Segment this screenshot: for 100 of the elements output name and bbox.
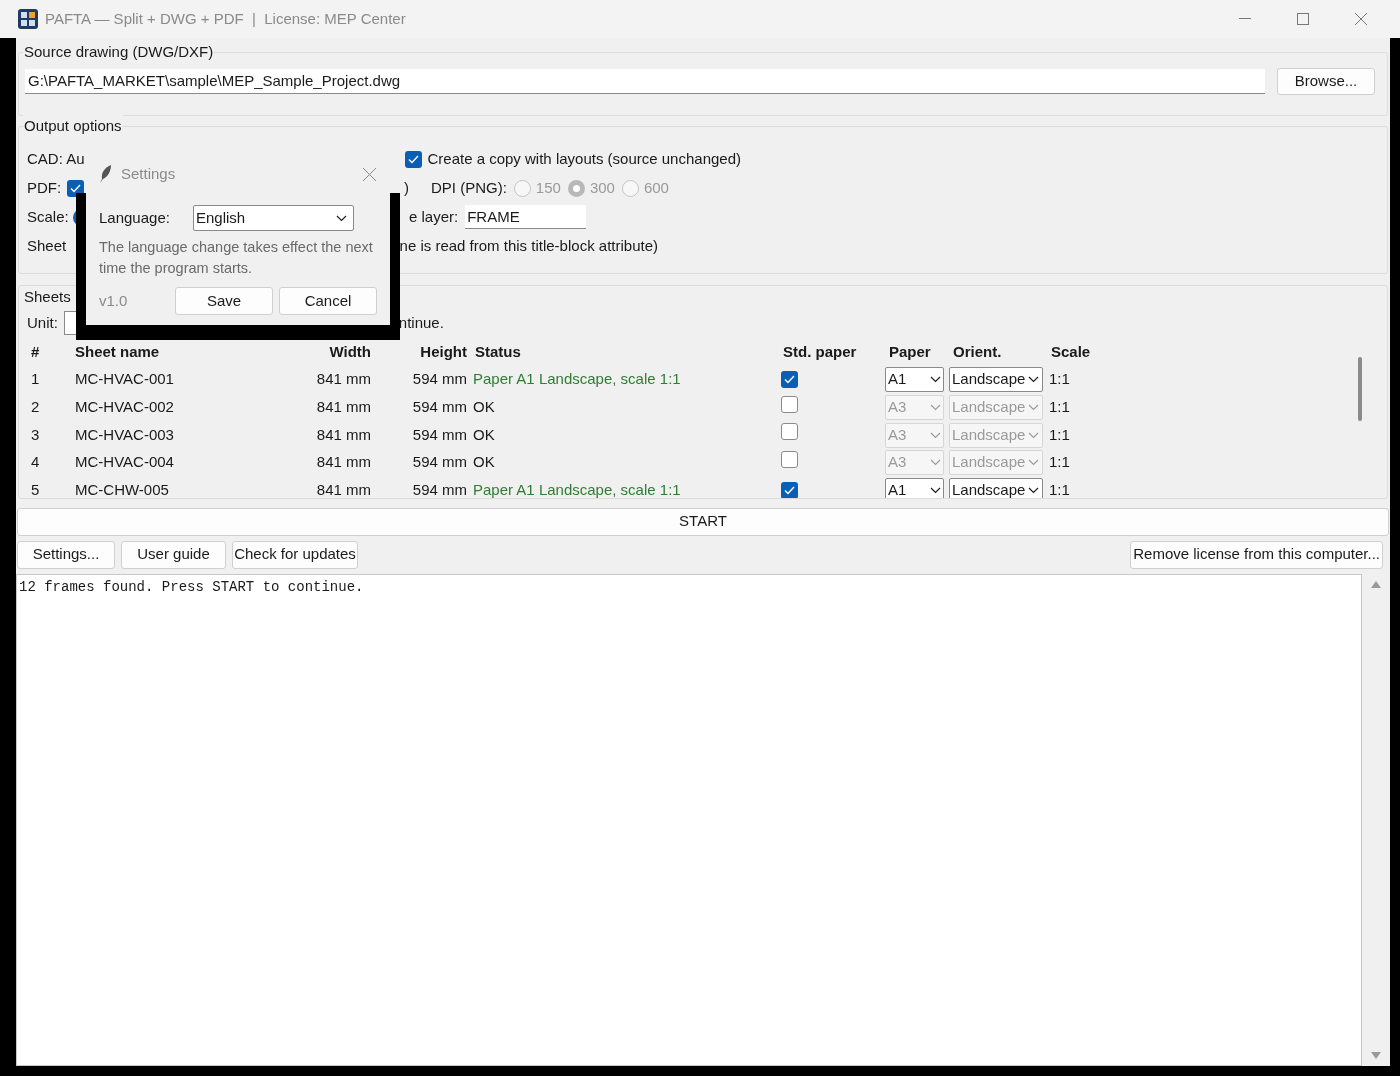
table-cell-text: 1:1 — [1048, 369, 1071, 390]
close-icon — [1355, 13, 1367, 25]
table-cell-text: 594 mm — [411, 369, 468, 390]
radio-label: 600 — [643, 178, 669, 199]
checkbox[interactable] — [781, 482, 798, 498]
caret-icon — [1028, 486, 1039, 494]
close-icon[interactable] — [363, 167, 376, 181]
scale-label: Scale: — [27, 207, 70, 228]
table-cell-text: MC-HVAC-002 — [74, 397, 175, 418]
orientation-dropdown[interactable]: Landscape — [949, 477, 1043, 498]
table-cell-text: 594 mm — [411, 480, 468, 498]
status-cell-text: OK — [472, 424, 496, 445]
column-header: Orient. — [952, 342, 1003, 363]
table-cell-text: 841 mm — [315, 369, 372, 390]
cancel-button[interactable]: Cancel — [279, 287, 377, 315]
scrollbar[interactable] — [1358, 356, 1362, 421]
language-note: The language change takes effect the next time the program starts. — [98, 238, 374, 278]
table-cell-text: 594 mm — [411, 397, 468, 418]
orientation-dropdown[interactable]: Landscape — [949, 367, 1043, 393]
table-cell-text: 841 mm — [315, 397, 372, 418]
version-label: v1.0 — [99, 290, 129, 311]
table-cell-text: 841 mm — [315, 452, 372, 473]
app-icon — [18, 9, 38, 29]
check-icon — [784, 486, 795, 496]
scroll-down-icon[interactable] — [1371, 1052, 1381, 1060]
caret-icon — [930, 431, 941, 439]
check-icon — [784, 375, 795, 385]
caret-icon — [1028, 459, 1039, 467]
column-header: Status — [474, 342, 522, 363]
remove-license-button[interactable]: Remove license from this computer... — [1130, 540, 1383, 569]
layer-field[interactable]: FRAME — [465, 205, 587, 230]
checkbox[interactable] — [781, 371, 798, 389]
column-header: # — [30, 342, 41, 363]
language-label: Language: — [99, 207, 171, 228]
column-header: Height — [419, 342, 468, 363]
table-cell-text: 1:1 — [1048, 452, 1071, 473]
caret-icon — [336, 214, 347, 222]
user-guide-button[interactable]: User guide — [121, 540, 226, 569]
scroll-up-icon[interactable] — [1371, 579, 1381, 588]
paper-dropdown[interactable]: A1 — [885, 367, 944, 393]
table-cell-text: 841 mm — [315, 480, 372, 498]
checkbox[interactable] — [781, 423, 798, 441]
checkbox-label: Create a copy with layouts (source unchanged) — [427, 149, 741, 170]
table-cell-text: 4 — [30, 452, 41, 473]
table-cell-text: 3 — [30, 424, 41, 445]
table-cell-text: 841 mm — [315, 424, 372, 445]
column-header: Sheet name — [74, 342, 161, 363]
table-cell-text: 1:1 — [1048, 397, 1071, 418]
caret-icon — [930, 403, 941, 411]
attribute-note: ne is read from this title-block attribute) — [399, 236, 658, 257]
table-cell-text: MC-CHW-005 — [74, 480, 170, 498]
caret-icon — [1028, 431, 1039, 439]
caret-icon — [1028, 376, 1039, 384]
feather-icon — [100, 165, 112, 183]
radio-button[interactable] — [621, 179, 639, 197]
unit-field[interactable] — [63, 310, 76, 335]
caret-icon — [930, 459, 941, 467]
layer-label: e layer: — [409, 207, 459, 228]
option-label: ) — [404, 178, 409, 199]
minimize-icon — [1239, 18, 1251, 20]
radio-label: 300 — [589, 178, 615, 199]
unit-label: Unit: — [27, 312, 58, 333]
checkbox[interactable] — [405, 150, 423, 168]
table-cell-text: MC-HVAC-001 — [74, 369, 175, 390]
radio-button[interactable] — [567, 179, 585, 197]
table-cell-text: MC-HVAC-003 — [74, 424, 175, 445]
table-cell-text: 5 — [30, 480, 41, 498]
radio-button[interactable] — [513, 179, 531, 197]
update-button[interactable]: Check for updates — [232, 540, 358, 569]
table-cell-text: MC-HVAC-004 — [74, 452, 175, 473]
sheet-label: Sheet — [27, 236, 67, 257]
radio-label: 150 — [535, 178, 561, 199]
browse-button[interactable]: Browse... — [1277, 68, 1375, 95]
start-button[interactable]: START — [17, 507, 1389, 536]
maximize-icon — [1297, 13, 1309, 25]
status-cell-text: OK — [472, 452, 496, 473]
settings-button[interactable]: Settings... — [17, 540, 115, 569]
language-dropdown[interactable]: English — [193, 205, 354, 231]
check-icon — [70, 183, 81, 193]
path-field[interactable]: G:\PAFTA_MARKET\sample\MEP_Sample_Project.dwg — [25, 69, 1265, 94]
status-cell-text: OK — [472, 397, 496, 418]
table-cell-text: 1:1 — [1048, 480, 1071, 498]
caret-icon — [1028, 403, 1039, 411]
dpi-label: DPI (PNG): — [431, 178, 507, 199]
caret-icon — [930, 376, 941, 384]
checkbox[interactable] — [781, 450, 798, 468]
save-button[interactable]: Save — [175, 287, 273, 315]
table-cell-text: 1 — [30, 369, 41, 390]
table-cell-text: 594 mm — [411, 452, 468, 473]
column-header: Paper — [888, 342, 932, 363]
checkbox[interactable] — [781, 395, 798, 413]
check-icon — [408, 154, 420, 164]
table-cell-text: 2 — [30, 397, 41, 418]
table-cell-text: 594 mm — [411, 424, 468, 445]
log-text: 12 frames found. Press START to continue. — [19, 578, 364, 595]
column-header: Width — [328, 342, 372, 363]
column-header: Std. paper — [782, 342, 858, 363]
status-cell-text: Paper A1 Landscape, scale 1:1 — [472, 480, 682, 498]
paper-dropdown[interactable]: A1 — [885, 477, 944, 498]
dialog-title: Settings — [121, 163, 176, 184]
